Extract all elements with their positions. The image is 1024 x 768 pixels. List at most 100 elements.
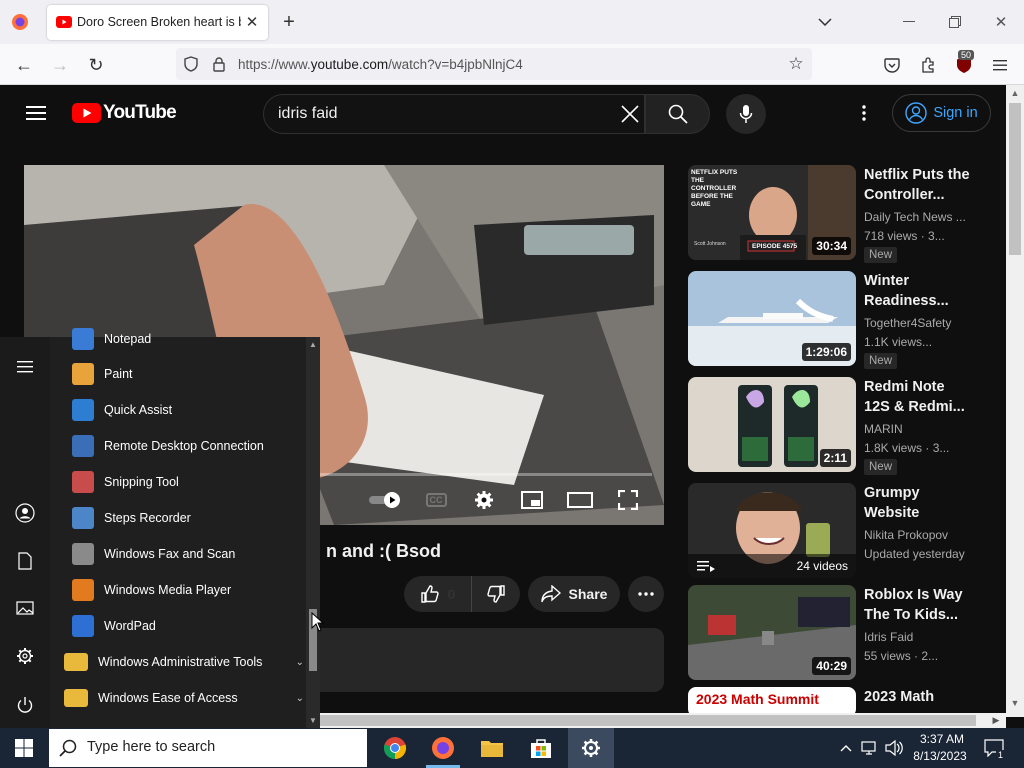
start-folder-admin-tools[interactable]: Windows Administrative Tools ⌄ <box>64 644 304 680</box>
recommendation-title[interactable]: Roblox Is Way The To Kids... <box>864 585 974 625</box>
recommendation-thumbnail[interactable]: 40:29 <box>688 585 856 680</box>
recommendation-title[interactable]: Redmi Note 12S & Redmi... <box>864 377 974 417</box>
recommendation-channel[interactable]: Idris Faid <box>864 630 913 644</box>
back-icon[interactable]: ← <box>12 53 36 77</box>
theater-mode-icon[interactable] <box>566 489 594 511</box>
description-box[interactable] <box>320 628 664 692</box>
firefox-menu-icon[interactable] <box>10 12 30 32</box>
minimize-window-icon[interactable] <box>896 11 922 33</box>
start-expand-icon[interactable] <box>13 357 37 377</box>
clock-date[interactable]: 8/13/2023 <box>908 749 972 763</box>
autoplay-toggle[interactable] <box>368 489 404 511</box>
settings-gear-icon[interactable] <box>472 489 496 511</box>
recommendation-item[interactable]: 40:29 Roblox Is Way The To Kids... Idris… <box>688 585 988 680</box>
recommendation-title[interactable]: 2023 Math <box>864 687 974 707</box>
recommendation-title[interactable]: Netflix Puts the Controller... <box>864 165 974 205</box>
forward-icon[interactable]: → <box>48 53 72 77</box>
horizontal-scrollbar[interactable]: ▶ <box>320 713 1006 728</box>
user-account-icon[interactable] <box>13 501 37 525</box>
pocket-icon[interactable] <box>880 53 904 77</box>
scroll-right-arrow-icon[interactable]: ▶ <box>990 714 1002 726</box>
recommendation-thumbnail[interactable]: 24 videos <box>688 483 856 578</box>
start-menu-scrollbar[interactable]: ▲ ▼ <box>306 337 320 728</box>
search-box[interactable]: idris faid <box>263 94 645 134</box>
start-app-remote-desktop[interactable]: Remote Desktop Connection <box>72 428 302 464</box>
close-tab-icon[interactable]: ✕ <box>243 13 261 31</box>
start-app-paint[interactable]: Paint <box>72 356 302 392</box>
start-app-wordpad[interactable]: WordPad <box>72 608 302 644</box>
tracking-shield-icon[interactable] <box>182 55 200 73</box>
start-app-notepad[interactable]: Notepad <box>72 321 302 357</box>
bookmark-star-icon[interactable]: ☆ <box>786 54 806 74</box>
taskbar-chrome[interactable] <box>376 728 414 768</box>
start-folder-ease-of-access[interactable]: Windows Ease of Access ⌄ <box>64 680 304 716</box>
start-app-snipping-tool[interactable]: Snipping Tool <box>72 464 302 500</box>
scroll-down-arrow-icon[interactable]: ▼ <box>1008 697 1022 709</box>
taskbar-file-explorer[interactable] <box>473 728 511 768</box>
taskbar-search-box[interactable]: Type here to search <box>49 729 367 767</box>
recommendation-thumbnail[interactable]: 2:11 <box>688 377 856 472</box>
restore-window-icon[interactable] <box>942 11 968 33</box>
power-icon[interactable] <box>13 693 37 717</box>
lock-icon[interactable] <box>210 55 228 73</box>
close-window-icon[interactable]: ✕ <box>988 11 1014 33</box>
start-app-fax-and-scan[interactable]: Windows Fax and Scan <box>72 536 302 572</box>
start-app-media-player[interactable]: Windows Media Player <box>72 572 302 608</box>
fullscreen-icon[interactable] <box>616 489 640 511</box>
start-app-steps-recorder[interactable]: Steps Recorder <box>72 500 302 536</box>
share-button[interactable]: Share <box>528 576 620 612</box>
taskbar-store[interactable] <box>522 728 560 768</box>
recommendation-title[interactable]: Winter Readiness... <box>864 271 974 311</box>
taskbar-firefox[interactable] <box>424 728 462 768</box>
scroll-up-arrow-icon[interactable]: ▲ <box>1008 87 1022 99</box>
recommendation-item[interactable]: 1:29:06 Winter Readiness... Together4Saf… <box>688 271 988 369</box>
address-bar[interactable]: https://www.youtube.com/watch?v=b4jpbNln… <box>176 48 812 80</box>
scroll-down-arrow-icon[interactable]: ▼ <box>307 715 319 725</box>
dislike-button[interactable] <box>472 576 520 612</box>
recommendation-channel[interactable]: Together4Safety <box>864 316 951 330</box>
recommendation-channel[interactable]: Nikita Prokopov <box>864 528 948 542</box>
settings-icon[interactable] <box>13 644 37 668</box>
list-tabs-chevron-icon[interactable] <box>814 11 836 33</box>
scrollbar-thumb[interactable] <box>1009 103 1021 255</box>
more-options-icon[interactable] <box>852 101 876 125</box>
voice-search-button[interactable] <box>726 94 766 134</box>
page-scrollbar[interactable]: ▲ ▼ <box>1006 85 1024 717</box>
progress-bar[interactable] <box>320 473 652 476</box>
documents-icon[interactable] <box>13 549 37 573</box>
pictures-icon[interactable] <box>13 596 37 620</box>
search-button[interactable] <box>645 94 710 134</box>
sign-in-button[interactable]: Sign in <box>892 94 991 132</box>
recommendation-item[interactable]: 2:11 Redmi Note 12S & Redmi... MARIN 1.8… <box>688 377 988 475</box>
network-icon[interactable] <box>860 738 880 758</box>
guide-menu-icon[interactable] <box>24 101 48 125</box>
recommendation-channel[interactable]: Daily Tech News ... <box>864 210 966 224</box>
captions-button[interactable]: CC <box>424 489 448 511</box>
clear-search-icon[interactable] <box>618 102 642 126</box>
recommendation-thumbnail[interactable]: NETFLIX PUTS THE CONTROLLER BEFORE THE G… <box>688 165 856 260</box>
recommendation-thumbnail[interactable]: 1:29:06 <box>688 271 856 366</box>
more-actions-button[interactable] <box>628 576 664 612</box>
search-input[interactable]: idris faid <box>278 105 338 123</box>
recommendation-item[interactable]: NETFLIX PUTS THE CONTROLLER BEFORE THE G… <box>688 165 988 263</box>
active-tab[interactable]: Doro Screen Broken heart is broken and :… <box>47 5 268 40</box>
horizontal-scrollbar-thumb[interactable] <box>320 715 976 726</box>
miniplayer-icon[interactable] <box>520 489 544 511</box>
taskbar-settings[interactable] <box>568 728 614 768</box>
volume-icon[interactable] <box>884 738 904 758</box>
scroll-up-arrow-icon[interactable]: ▲ <box>307 339 319 349</box>
extensions-puzzle-icon[interactable] <box>916 53 940 77</box>
reload-icon[interactable]: ↻ <box>84 53 108 77</box>
clock-time[interactable]: 3:37 AM <box>912 732 972 746</box>
show-hidden-icons-icon[interactable] <box>838 738 854 758</box>
youtube-logo[interactable]: YouTube <box>72 101 177 125</box>
url-text[interactable]: https://www.youtube.com/watch?v=b4jpbNln… <box>238 57 523 72</box>
app-menu-icon[interactable] <box>988 53 1012 77</box>
start-button[interactable] <box>0 728 48 768</box>
start-app-quick-assist[interactable]: Quick Assist <box>72 392 302 428</box>
like-button[interactable]: 0 <box>404 576 472 612</box>
new-tab-button[interactable]: + <box>278 11 300 33</box>
recommendation-title[interactable]: Grumpy Website <box>864 483 974 523</box>
recommendation-channel[interactable]: MARIN <box>864 422 903 436</box>
recommendation-item[interactable]: 24 videos Grumpy Website Nikita Prokopov… <box>688 483 988 578</box>
